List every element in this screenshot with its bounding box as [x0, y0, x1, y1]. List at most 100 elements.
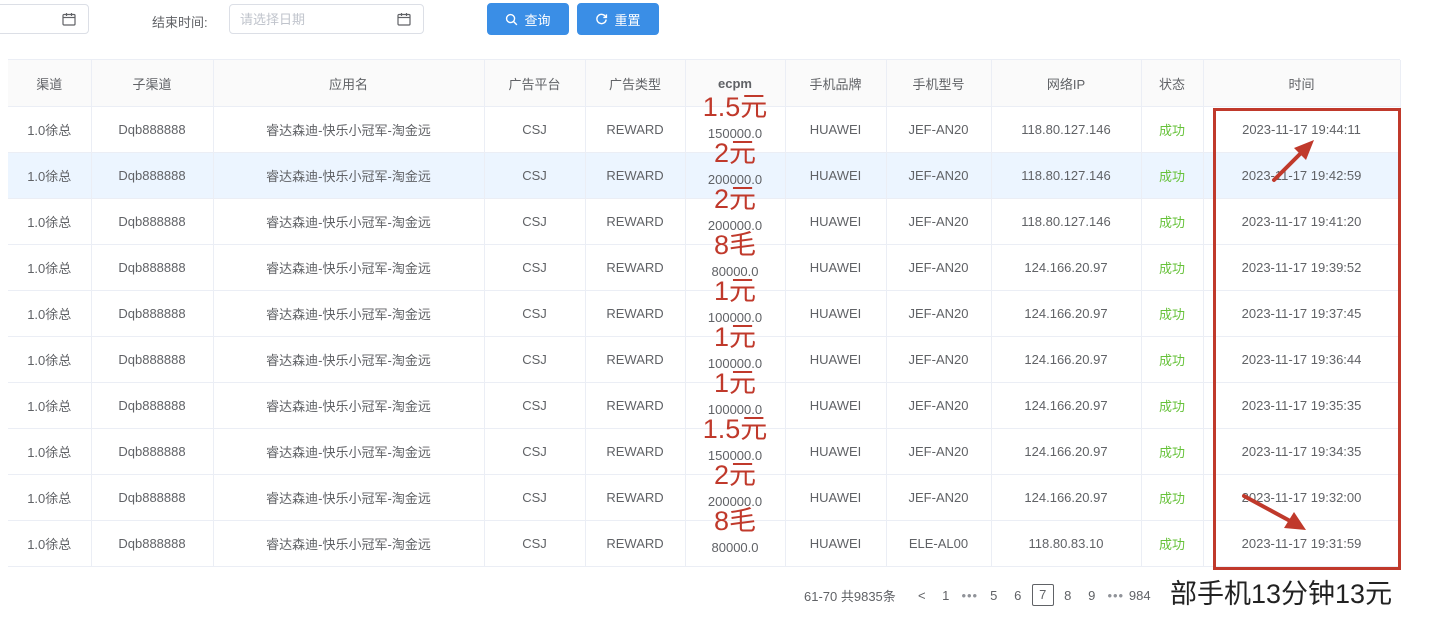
cell-sub-channel: Dqb888888 [91, 244, 214, 291]
start-date-picker[interactable] [0, 4, 89, 34]
more-pages-icon[interactable]: ••• [958, 588, 982, 603]
cell-phone-model: JEF-AN20 [886, 428, 992, 475]
reset-button[interactable]: 重置 [577, 3, 659, 35]
calendar-icon [62, 13, 76, 26]
header-phone-model[interactable]: 手机型号 [886, 60, 992, 107]
cell-channel: 1.0徐总 [8, 520, 92, 567]
cell-phone-brand: HUAWEI [785, 198, 887, 245]
cell-sub-channel: Dqb888888 [91, 290, 214, 337]
cell-ad-type: REWARD [585, 336, 686, 383]
cell-phone-model: JEF-AN20 [886, 152, 992, 199]
cell-app-name: 睿达森迪-快乐小冠军-淘金远 [213, 152, 485, 199]
table-row[interactable]: 1.0徐总 Dqb888888 睿达森迪-快乐小冠军-淘金远 CSJ REWARD 100… [8, 336, 1401, 383]
cell-channel: 1.0徐总 [8, 198, 92, 245]
header-sub-channel[interactable]: 子渠道 [91, 60, 214, 107]
cell-ad-platform: CSJ [484, 106, 586, 153]
cell-ad-type: REWARD [585, 152, 686, 199]
cell-ad-platform: CSJ [484, 382, 586, 429]
cell-network-ip: 124.166.20.97 [991, 290, 1142, 337]
cell-time: 2023-11-17 19:44:11 [1203, 106, 1401, 153]
page-button[interactable]: 9 [1080, 588, 1104, 603]
cell-app-name: 睿达森迪-快乐小冠军-淘金远 [213, 106, 485, 153]
cell-time: 2023-11-17 19:34:35 [1203, 428, 1401, 475]
header-ad-type[interactable]: 广告类型 [585, 60, 686, 107]
cell-phone-model: JEF-AN20 [886, 382, 992, 429]
header-network-ip[interactable]: 网络IP [991, 60, 1142, 107]
header-app-name[interactable]: 应用名 [213, 60, 485, 107]
table-row[interactable]: 1.0徐总 Dqb888888 睿达森迪-快乐小冠军-淘金远 CSJ REWARD 100… [8, 290, 1401, 337]
cell-ad-platform: CSJ [484, 244, 586, 291]
cell-channel: 1.0徐总 [8, 474, 92, 521]
cell-ad-platform: CSJ [484, 520, 586, 567]
cell-sub-channel: Dqb888888 [91, 382, 214, 429]
header-phone-brand[interactable]: 手机品牌 [785, 60, 887, 107]
page-button-active[interactable]: 7 [1031, 584, 1054, 606]
cell-network-ip: 124.166.20.97 [991, 474, 1142, 521]
cell-app-name: 睿达森迪-快乐小冠军-淘金远 [213, 520, 485, 567]
end-date-picker[interactable] [229, 4, 424, 34]
page-button[interactable]: 8 [1056, 588, 1080, 603]
table-row[interactable]: 1.0徐总 Dqb888888 睿达森迪-快乐小冠军-淘金远 CSJ REWARD 800… [8, 520, 1401, 567]
search-button[interactable]: 查询 [487, 3, 569, 35]
cell-time: 2023-11-17 19:42:59 [1203, 152, 1401, 199]
cell-ad-type: REWARD [585, 474, 686, 521]
end-date-input[interactable] [240, 10, 390, 28]
cell-ad-platform: CSJ [484, 474, 586, 521]
page-button[interactable]: 1 [934, 588, 958, 603]
cell-ad-platform: CSJ [484, 152, 586, 199]
header-channel[interactable]: 渠道 [8, 60, 92, 107]
table-row[interactable]: 1.0徐总 Dqb888888 睿达森迪-快乐小冠军-淘金远 CSJ REWARD 200… [8, 474, 1401, 521]
cell-app-name: 睿达森迪-快乐小冠军-淘金远 [213, 336, 485, 383]
cell-channel: 1.0徐总 [8, 382, 92, 429]
pagination: 61-70 共9835条 < 1 ••• 5 6 7 8 9 ••• 984 [804, 584, 1152, 606]
search-button-label: 查询 [524, 12, 551, 28]
cell-sub-channel: Dqb888888 [91, 106, 214, 153]
cell-ad-platform: CSJ [484, 290, 586, 337]
cell-status: 成功 [1141, 336, 1204, 383]
ecpm-note: 1元 [713, 368, 757, 398]
table-row[interactable]: 1.0徐总 Dqb888888 睿达森迪-快乐小冠军-淘金远 CSJ REWARD 200… [8, 152, 1401, 199]
cell-phone-brand: HUAWEI [785, 244, 887, 291]
refresh-icon [596, 13, 608, 24]
page-button[interactable]: 984 [1128, 588, 1152, 603]
cell-phone-brand: HUAWEI [785, 474, 887, 521]
header-ad-platform[interactable]: 广告平台 [484, 60, 586, 107]
table-row[interactable]: 1.0徐总 Dqb888888 睿达森迪-快乐小冠军-淘金远 CSJ REWARD 200… [8, 198, 1401, 245]
cell-network-ip: 124.166.20.97 [991, 428, 1142, 475]
cell-phone-model: JEF-AN20 [886, 474, 992, 521]
ecpm-note: 1.5元 [702, 414, 768, 444]
cell-ad-type: REWARD [585, 428, 686, 475]
cell-sub-channel: Dqb888888 [91, 198, 214, 245]
header-time[interactable]: 时间 [1203, 60, 1401, 107]
cell-status: 成功 [1141, 244, 1204, 291]
more-pages-icon[interactable]: ••• [1104, 588, 1128, 603]
cell-channel: 1.0徐总 [8, 152, 92, 199]
search-icon [506, 13, 518, 25]
cell-ad-platform: CSJ [484, 198, 586, 245]
data-table: 渠道 子渠道 应用名 广告平台 广告类型 ecpm 手机品牌 手机型号 网络IP… [8, 59, 1401, 567]
cell-status: 成功 [1141, 152, 1204, 199]
page-button[interactable]: 5 [982, 588, 1006, 603]
ecpm-note: 1.5元 [702, 92, 768, 122]
cell-time: 2023-11-17 19:31:59 [1203, 520, 1401, 567]
header-status[interactable]: 状态 [1141, 60, 1204, 107]
cell-sub-channel: Dqb888888 [91, 428, 214, 475]
cell-app-name: 睿达森迪-快乐小冠军-淘金远 [213, 290, 485, 337]
page-button[interactable]: 6 [1006, 588, 1030, 603]
cell-network-ip: 124.166.20.97 [991, 336, 1142, 383]
cell-app-name: 睿达森迪-快乐小冠军-淘金远 [213, 244, 485, 291]
cell-sub-channel: Dqb888888 [91, 152, 214, 199]
cell-phone-model: ELE-AL00 [886, 520, 992, 567]
reset-button-label: 重置 [614, 12, 641, 28]
cell-ad-type: REWARD [585, 290, 686, 337]
cell-ad-platform: CSJ [484, 336, 586, 383]
end-date-label: 结束时间: [152, 15, 208, 30]
pagination-total: 61-70 共9835条 [804, 588, 896, 604]
cell-channel: 1.0徐总 [8, 336, 92, 383]
table-row[interactable]: 1.0徐总 Dqb888888 睿达森迪-快乐小冠军-淘金远 CSJ REWARD 800… [8, 244, 1401, 291]
overlay-caption: 部手机13分钟13元 [1170, 579, 1393, 610]
cell-time: 2023-11-17 19:36:44 [1203, 336, 1401, 383]
cell-status: 成功 [1141, 382, 1204, 429]
prev-page-button[interactable]: < [910, 588, 934, 603]
ecpm-note: 8毛 [713, 506, 757, 536]
